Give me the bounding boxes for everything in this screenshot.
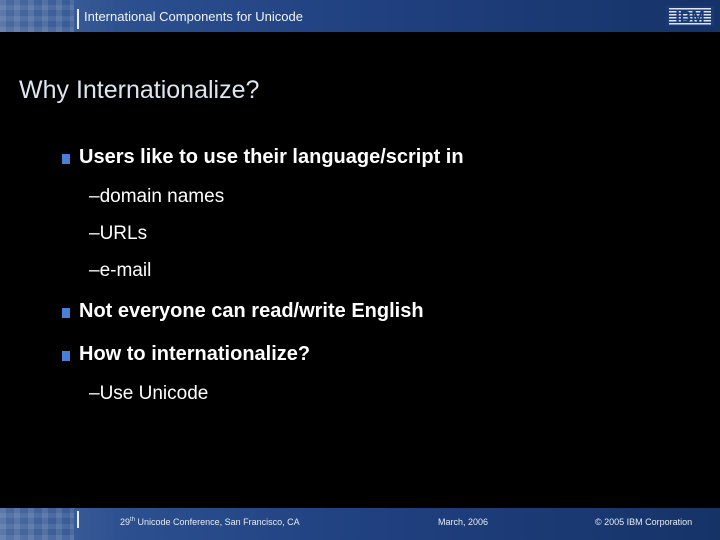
date-label: March, 2006 xyxy=(438,517,489,527)
presentation-title: International Components for Unicode xyxy=(84,9,303,24)
square-bullet-icon xyxy=(62,350,70,361)
footer-pattern xyxy=(0,508,74,540)
sub-bullet-item: –e-mail xyxy=(89,260,152,281)
sub-bullet-item: –domain names xyxy=(89,186,225,207)
sub-bullet-item: –URLs xyxy=(89,223,148,244)
bullet-item: How to internationalize? xyxy=(62,343,310,366)
slide-title: Why Internationalize? xyxy=(19,76,260,104)
bullet-item: Users like to use their language/script … xyxy=(62,146,464,169)
bullet-text: How to internationalize? xyxy=(79,343,311,365)
conference-number: 29 xyxy=(120,517,131,527)
ibm-logo-text: IBM xyxy=(675,9,704,26)
divider-bar-icon xyxy=(77,9,79,29)
copyright-label: © 2005 IBM Corporation xyxy=(595,517,693,527)
header-pattern xyxy=(0,0,74,32)
conference-name: Unicode Conference, San Francisco, CA xyxy=(135,517,300,527)
footer-band: 29th Unicode Conference, San Francisco, … xyxy=(0,508,720,540)
bullet-text: Users like to use their language/script … xyxy=(79,146,464,168)
square-bullet-icon xyxy=(62,307,70,318)
header-band: International Components for Unicode IBM xyxy=(0,0,720,32)
ibm-logo-icon: IBM xyxy=(666,6,714,26)
conference-label: 29th Unicode Conference, San Francisco, … xyxy=(120,517,300,527)
bullet-text: Not everyone can read/write English xyxy=(79,300,424,322)
divider-bar-icon xyxy=(77,511,79,528)
sub-bullet-item: –Use Unicode xyxy=(89,383,209,404)
square-bullet-icon xyxy=(62,153,70,164)
bullet-item: Not everyone can read/write English xyxy=(62,300,424,323)
